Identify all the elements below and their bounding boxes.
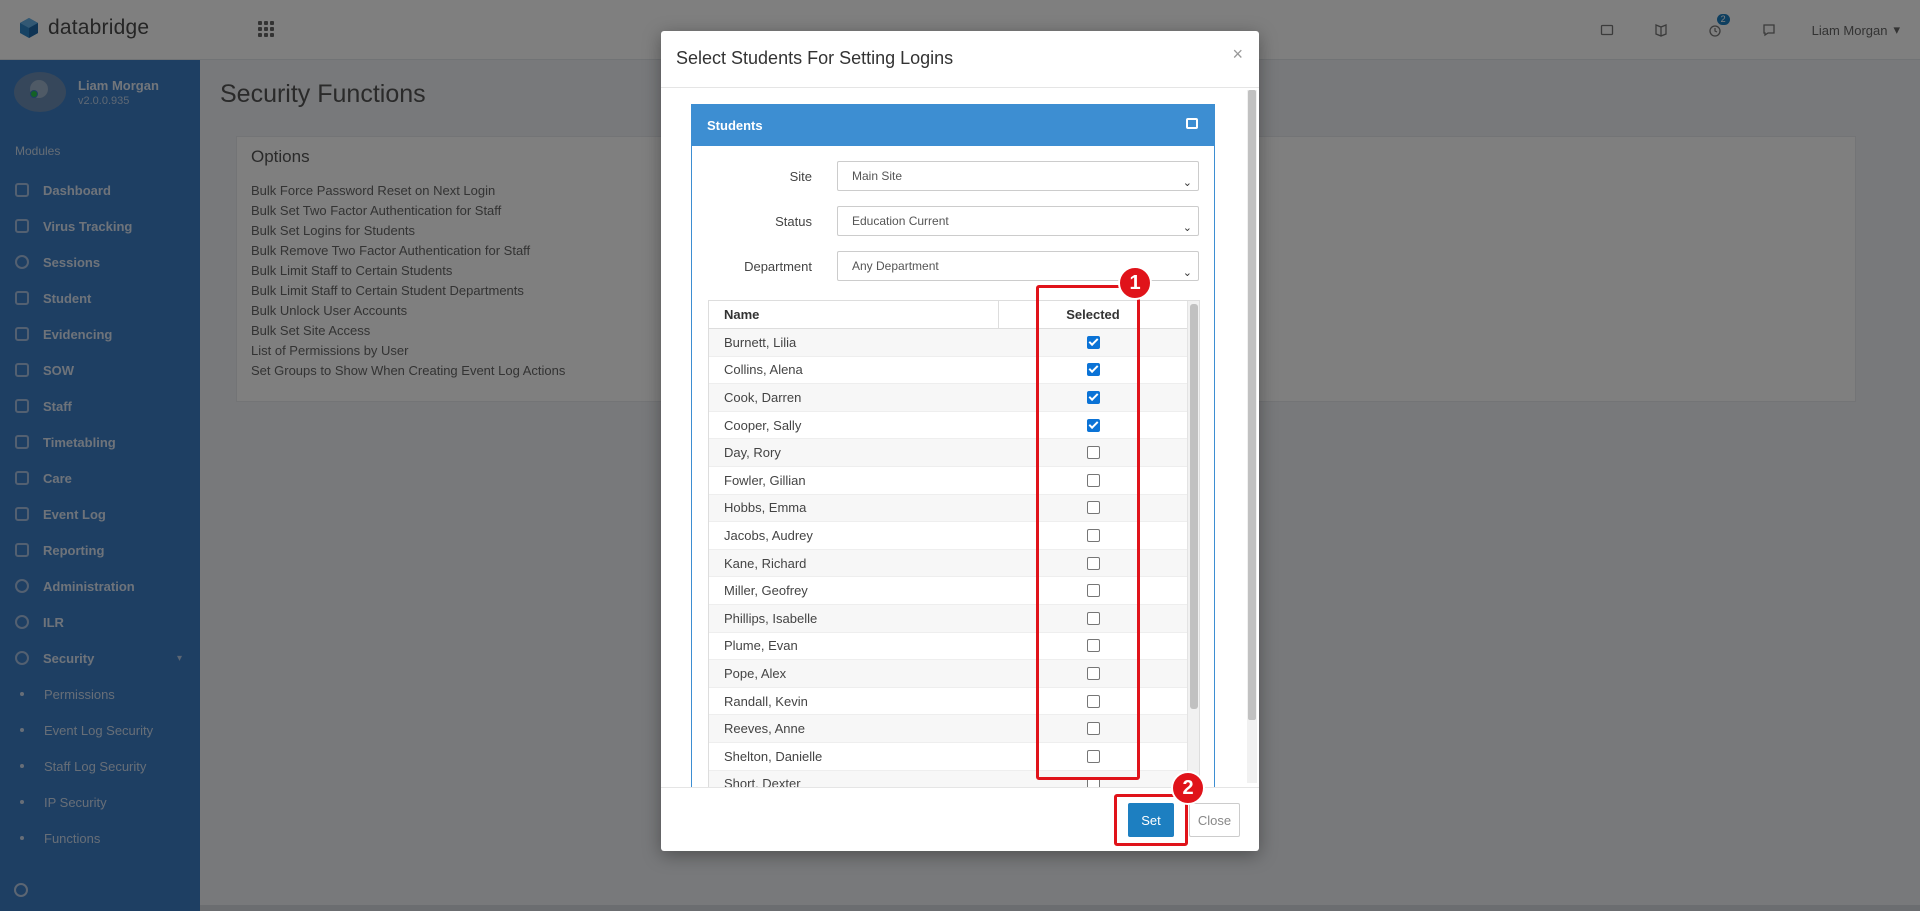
status-select-value: Education Current	[852, 214, 949, 228]
annotation-number-1: 1	[1118, 266, 1152, 300]
site-row: Site Main Site ⌄	[692, 161, 1216, 191]
student-name: Phillips, Isabelle	[724, 610, 818, 626]
status-label: Status	[775, 214, 812, 229]
maximize-icon[interactable]	[1186, 118, 1198, 129]
student-name: Cook, Darren	[724, 389, 802, 405]
site-select-value: Main Site	[852, 169, 903, 183]
close-icon[interactable]: ×	[1232, 44, 1243, 65]
chevron-down-icon: ⌄	[1182, 267, 1192, 279]
student-name: Pope, Alex	[724, 665, 787, 681]
scrollbar-thumb[interactable]	[1248, 90, 1256, 720]
student-name: Hobbs, Emma	[724, 500, 807, 516]
student-name: Shelton, Danielle	[724, 748, 823, 764]
close-button[interactable]: Close	[1189, 803, 1240, 837]
student-name: Miller, Geofrey	[724, 583, 808, 599]
student-name: Fowler, Gillian	[724, 472, 806, 488]
annotation-box-1	[1036, 285, 1140, 780]
status-select[interactable]: Education Current ⌄	[837, 206, 1199, 236]
site-label: Site	[789, 169, 812, 184]
annotation-number-2: 2	[1171, 771, 1205, 805]
modal-scrollbar[interactable]	[1247, 90, 1257, 783]
student-name: Kane, Richard	[724, 555, 807, 571]
department-label: Department	[744, 259, 812, 274]
chevron-down-icon: ⌄	[1182, 222, 1192, 234]
student-name: Collins, Alena	[724, 362, 803, 378]
annotation-box-2	[1114, 794, 1188, 846]
site-select[interactable]: Main Site ⌄	[837, 161, 1199, 191]
student-name: Randall, Kevin	[724, 693, 808, 709]
student-name: Plume, Evan	[724, 638, 798, 654]
modal-title: Select Students For Setting Logins	[676, 48, 954, 68]
grid-scrollbar[interactable]	[1187, 301, 1199, 787]
chevron-down-icon: ⌄	[1182, 177, 1192, 189]
select-students-modal: Select Students For Setting Logins × Stu…	[661, 31, 1259, 851]
student-name: Jacobs, Audrey	[724, 527, 813, 543]
panel-header: Students	[692, 105, 1214, 146]
scrollbar-thumb[interactable]	[1190, 304, 1198, 709]
modal-header: Select Students For Setting Logins ×	[661, 31, 1259, 88]
student-name: Reeves, Anne	[724, 721, 805, 737]
column-header-name[interactable]: Name	[709, 301, 999, 328]
modal-body: Students Site Main Site ⌄ Status Educati…	[661, 88, 1259, 787]
status-row: Status Education Current ⌄	[692, 206, 1216, 236]
student-name: Cooper, Sally	[724, 417, 802, 433]
student-name: Day, Rory	[724, 445, 781, 461]
student-name: Short, Dexter	[724, 776, 801, 787]
panel-title: Students	[707, 118, 763, 133]
student-name: Burnett, Lilia	[724, 334, 797, 350]
department-select-value: Any Department	[852, 259, 939, 273]
